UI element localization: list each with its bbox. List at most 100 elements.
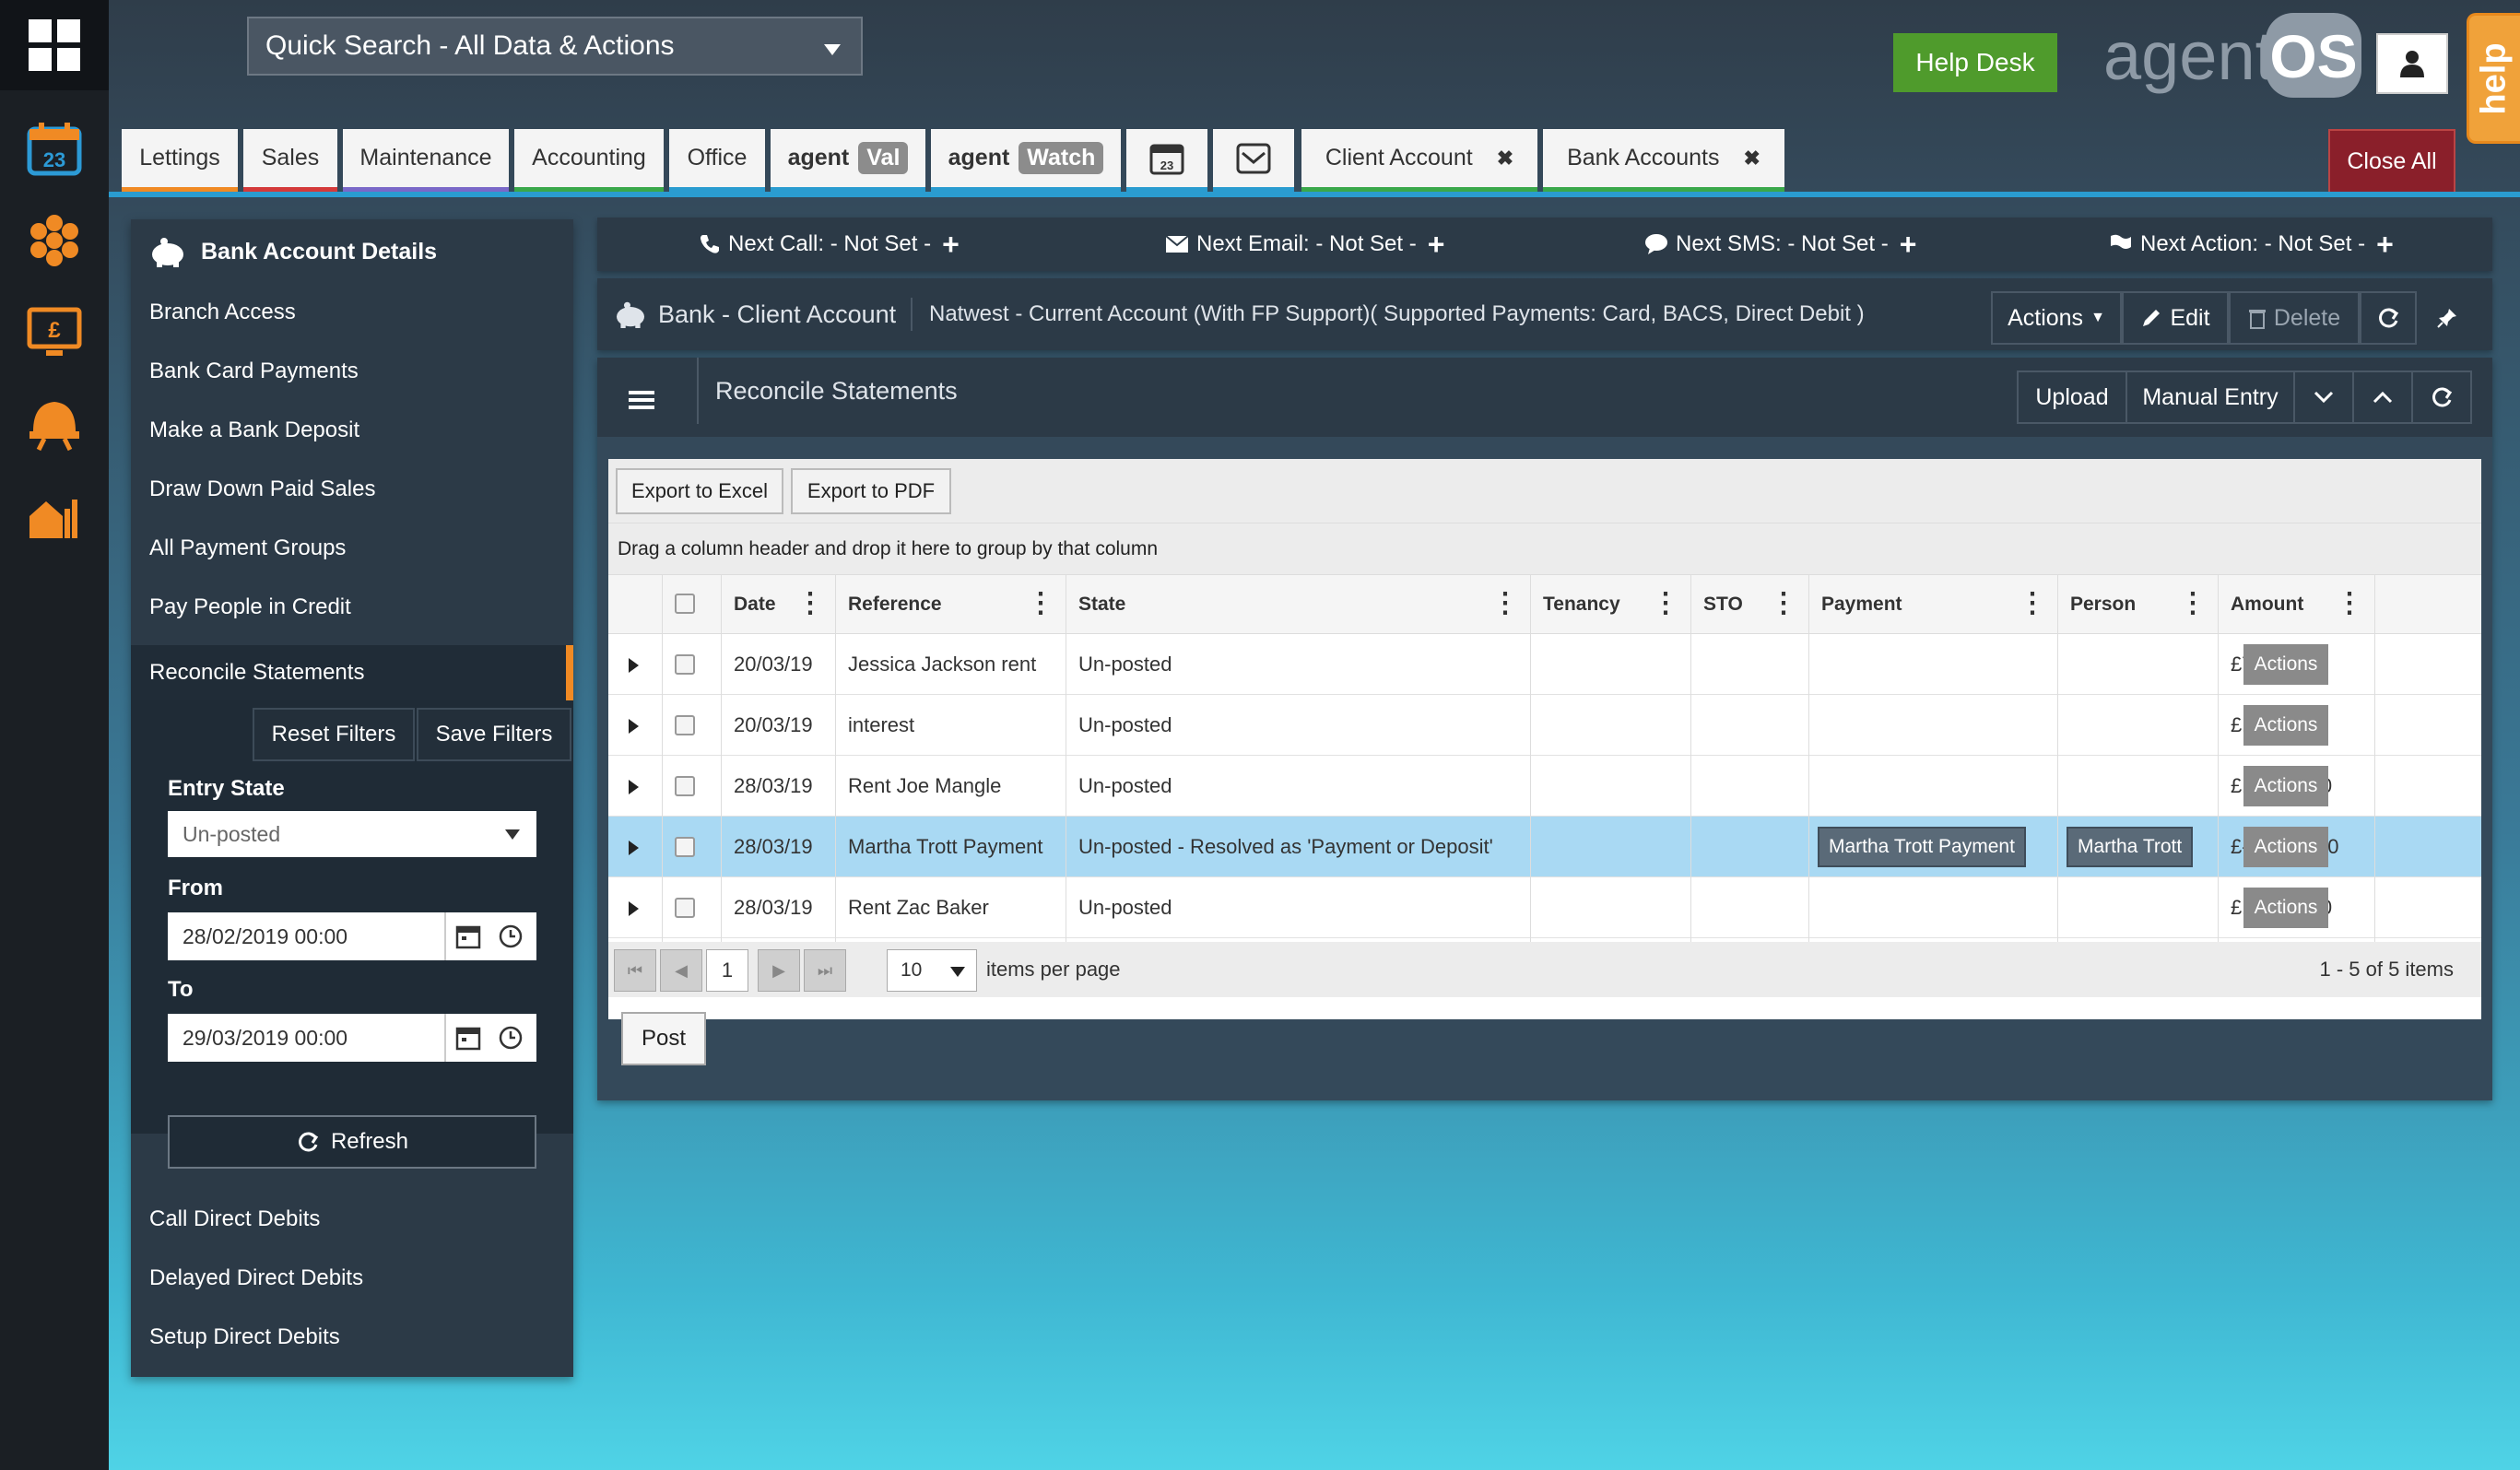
page-size-select[interactable]: 10 <box>887 949 977 992</box>
save-filters-button[interactable]: Save Filters <box>417 708 571 761</box>
row-actions-button[interactable]: Actions <box>2243 644 2328 685</box>
sidebar-item-setup-direct-debits[interactable]: Setup Direct Debits <box>131 1309 573 1366</box>
sidebar-item-all-payment-groups[interactable]: All Payment Groups <box>131 520 573 577</box>
reset-filters-button[interactable]: Reset Filters <box>253 708 415 761</box>
next-page-button[interactable]: ▶ <box>758 949 800 992</box>
next-email[interactable]: Next Email: - Not Set - + <box>1165 218 1444 271</box>
expand-row-icon[interactable] <box>629 901 639 916</box>
export-pdf-button[interactable]: Export to PDF <box>791 468 951 514</box>
last-page-button[interactable]: ⏭ <box>804 949 846 992</box>
sidebar-item-bank-card-payments[interactable]: Bank Card Payments <box>131 343 573 400</box>
calendar-picker-icon[interactable] <box>455 1025 481 1051</box>
row-checkbox[interactable] <box>675 715 695 735</box>
column-header-date[interactable]: Date ⋮ <box>721 575 835 634</box>
clock-picker-icon[interactable] <box>498 1025 524 1051</box>
table-row[interactable]: 20/03/19Jessica Jackson rentUn-posted£75… <box>608 634 2481 695</box>
tab-sales[interactable]: Sales <box>243 129 337 192</box>
sidebar-item-reconcile-statements[interactable]: Reconcile Statements <box>131 645 573 700</box>
row-checkbox[interactable] <box>675 654 695 675</box>
upload-button[interactable]: Upload <box>2017 370 2127 424</box>
close-icon[interactable]: ✖ <box>1497 147 1513 171</box>
tab-accounting[interactable]: Accounting <box>514 129 664 192</box>
tab-inbox[interactable] <box>1213 129 1294 192</box>
tab-agent-val[interactable]: agent Val <box>771 129 925 192</box>
manual-entry-button[interactable]: Manual Entry <box>2126 370 2295 424</box>
next-call[interactable]: Next Call: - Not Set - + <box>699 218 960 271</box>
column-header-sto[interactable]: STO ⋮ <box>1690 575 1808 634</box>
column-header-tenancy[interactable]: Tenancy ⋮ <box>1530 575 1690 634</box>
hamburger-menu-icon[interactable] <box>629 389 654 411</box>
cell-payment[interactable]: Martha Trott Payment <box>1808 817 2026 877</box>
actions-dropdown-button[interactable]: Actions ▼ <box>1991 291 2122 345</box>
prev-page-button[interactable]: ◀ <box>660 949 702 992</box>
expand-row-icon[interactable] <box>629 719 639 734</box>
calendar-icon[interactable]: 23 <box>22 116 87 181</box>
property-chart-icon[interactable] <box>22 481 87 546</box>
tab-client-account[interactable]: Client Account ✖ <box>1301 129 1537 192</box>
sidebar-item-call-direct-debits[interactable]: Call Direct Debits <box>131 1191 573 1248</box>
user-profile-button[interactable] <box>2376 33 2448 94</box>
sidebar-item-delayed-direct-debits[interactable]: Delayed Direct Debits <box>131 1250 573 1307</box>
pin-button[interactable] <box>2419 291 2476 345</box>
column-header-state[interactable]: State ⋮ <box>1066 575 1530 634</box>
to-date-field[interactable]: 29/03/2019 00:00 <box>168 1014 536 1062</box>
export-excel-button[interactable]: Export to Excel <box>616 468 783 514</box>
sidebar-item-make-bank-deposit[interactable]: Make a Bank Deposit <box>131 402 573 459</box>
expand-row-icon[interactable] <box>629 780 639 794</box>
table-row[interactable]: 28/03/19Rent Joe MangleUn-posted£10,500.… <box>608 756 2481 817</box>
collapse-down-button[interactable] <box>2293 370 2354 424</box>
post-button[interactable]: Post <box>621 1012 706 1065</box>
calendar-picker-icon[interactable] <box>455 923 481 949</box>
tab-maintenance[interactable]: Maintenance <box>343 129 509 192</box>
column-header-payment[interactable]: Payment ⋮ <box>1808 575 2057 634</box>
quick-search-dropdown[interactable]: Quick Search - All Data & Actions <box>247 17 863 76</box>
first-page-button[interactable]: ⏮ <box>614 949 656 992</box>
row-checkbox[interactable] <box>675 776 695 796</box>
honeycomb-icon[interactable] <box>22 208 87 273</box>
edit-button[interactable]: Edit <box>2122 291 2229 345</box>
help-desk-button[interactable]: Help Desk <box>1893 33 2057 92</box>
delete-button[interactable]: Delete <box>2229 291 2360 345</box>
row-actions-button[interactable]: Actions <box>2243 827 2328 867</box>
refresh-button[interactable]: Refresh <box>168 1115 536 1169</box>
close-icon[interactable]: ✖ <box>1743 147 1760 171</box>
column-header-reference[interactable]: Reference ⋮ <box>835 575 1066 634</box>
close-all-button[interactable]: Close All <box>2328 129 2455 194</box>
row-checkbox[interactable] <box>675 837 695 857</box>
table-row[interactable]: 20/03/19interestUn-posted£1.50Actions <box>608 695 2481 756</box>
row-actions-button[interactable]: Actions <box>2243 766 2328 806</box>
clock-picker-icon[interactable] <box>498 923 524 949</box>
tab-lettings[interactable]: Lettings <box>122 129 238 192</box>
apps-grid-icon[interactable] <box>0 0 109 90</box>
tab-agent-watch[interactable]: agent Watch <box>931 129 1121 192</box>
expand-row-icon[interactable] <box>629 658 639 673</box>
expand-row-icon[interactable] <box>629 841 639 855</box>
from-date-field[interactable]: 28/02/2019 00:00 <box>168 912 536 960</box>
reload-record-button[interactable] <box>2360 291 2417 345</box>
row-actions-button[interactable]: Actions <box>2243 888 2328 928</box>
column-header-person[interactable]: Person ⋮ <box>2057 575 2218 634</box>
maintenance-helmet-icon[interactable] <box>22 391 87 455</box>
tab-calendar[interactable]: 23 <box>1126 129 1207 192</box>
tab-bank-accounts[interactable]: Bank Accounts ✖ <box>1543 129 1784 192</box>
sidebar-item-branch-access[interactable]: Branch Access <box>131 284 573 341</box>
sidebar-item-draw-down-paid-sales[interactable]: Draw Down Paid Sales <box>131 461 573 518</box>
current-page[interactable]: 1 <box>706 949 748 992</box>
column-header-amount[interactable]: Amount ⋮ <box>2218 575 2374 634</box>
select-all-checkbox[interactable] <box>675 594 695 614</box>
next-action[interactable]: Next Action: - Not Set - + <box>2109 218 2394 271</box>
row-actions-button[interactable]: Actions <box>2243 705 2328 746</box>
table-row[interactable]: 28/03/19Rent Zac BakerUn-posted£10,450.0… <box>608 877 2481 938</box>
entry-state-select[interactable]: Un-posted <box>168 811 536 857</box>
sidebar-item-pay-people-in-credit[interactable]: Pay People in Credit <box>131 579 573 636</box>
help-side-tab[interactable]: help <box>2467 13 2520 144</box>
collapse-up-button[interactable] <box>2352 370 2413 424</box>
accounts-screen-icon[interactable]: £ <box>22 300 87 365</box>
cell-person[interactable]: Martha Trott <box>2057 817 2194 877</box>
row-checkbox[interactable] <box>675 898 695 918</box>
refresh-grid-button[interactable] <box>2411 370 2472 424</box>
group-drop-zone[interactable]: Drag a column header and drop it here to… <box>608 523 2481 575</box>
next-sms[interactable]: Next SMS: - Not Set - + <box>1644 218 1916 271</box>
table-row[interactable]: 28/03/19 Martha Trott Payment Un-posted - … <box>608 817 2481 877</box>
tab-office[interactable]: Office <box>669 129 765 192</box>
